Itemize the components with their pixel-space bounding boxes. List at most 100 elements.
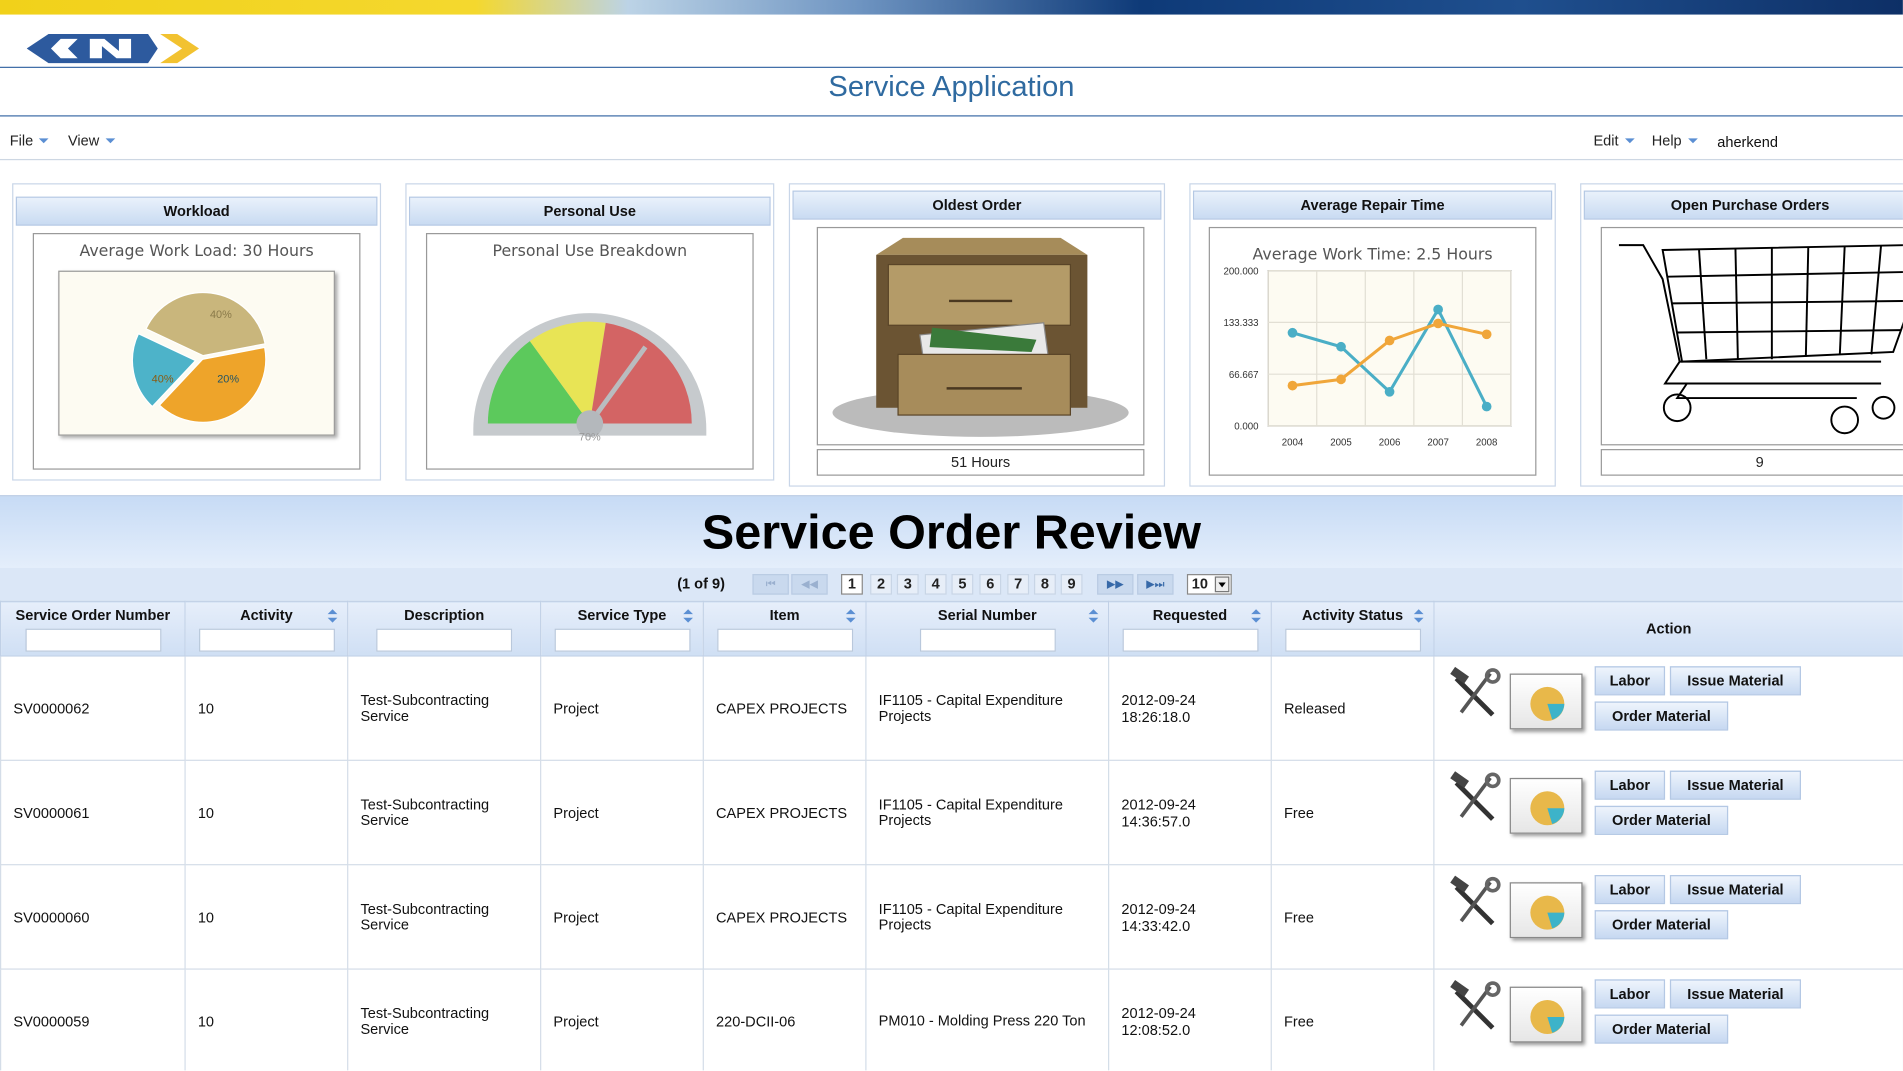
menu-view[interactable]: View xyxy=(68,132,116,149)
column-label: Service Type xyxy=(577,606,667,624)
repair-chart-panel: Average Work Time: 2.5 Hours 0.000 66.667… xyxy=(1208,226,1537,476)
tools-icon[interactable] xyxy=(1449,666,1502,719)
cell-service-order-number: SV0000062 xyxy=(0,655,186,761)
order-material-button[interactable]: Order Material xyxy=(1594,701,1729,731)
sort-icon[interactable] xyxy=(683,609,693,624)
workload-chart-panel: Average Work Load: 30 Hours 40% 40% 20% xyxy=(32,233,361,470)
cell-requested: 2012-09-24 14:33:42.0 xyxy=(1108,864,1272,970)
gauge-chart: 70% xyxy=(473,313,707,444)
x-tick-label: 2004 xyxy=(1282,437,1304,448)
chart-icon[interactable] xyxy=(1509,777,1583,834)
tools-icon[interactable] xyxy=(1449,979,1502,1032)
column-label: Requested xyxy=(1152,606,1228,624)
y-tick-label: 133.333 xyxy=(1223,318,1258,329)
filter-requested[interactable] xyxy=(1121,628,1258,652)
page-button-8[interactable]: 8 xyxy=(1033,574,1056,595)
filter-service-order-number[interactable] xyxy=(24,628,161,652)
labor-button[interactable]: Labor xyxy=(1594,979,1666,1009)
sort-icon[interactable] xyxy=(1088,609,1099,624)
sort-icon[interactable] xyxy=(1413,609,1424,624)
column-activity-status[interactable]: Activity Status xyxy=(1270,600,1435,657)
chart-icon[interactable] xyxy=(1509,882,1583,939)
menu-file-label: File xyxy=(9,132,34,150)
cell-description: Test-Subcontracting Service xyxy=(347,864,542,970)
cell-activity-status: Free xyxy=(1270,968,1435,1071)
cell-service-type: Project xyxy=(540,968,704,1071)
section-title: Service Order Review xyxy=(0,495,1903,568)
issue-material-button[interactable]: Issue Material xyxy=(1669,979,1801,1009)
pie-frame: 40% 40% 20% xyxy=(58,270,335,436)
column-description[interactable]: Description xyxy=(347,600,542,657)
column-service-order-number[interactable]: Service Order Number xyxy=(0,600,186,657)
file-cabinet-panel xyxy=(816,226,1145,446)
column-serial-number[interactable]: Serial Number xyxy=(865,600,1110,657)
order-material-button[interactable]: Order Material xyxy=(1594,805,1729,835)
prev-page-button[interactable]: ◀◀ xyxy=(791,574,828,595)
sort-icon[interactable] xyxy=(845,609,856,624)
column-requested[interactable]: Requested xyxy=(1108,600,1272,657)
menu-edit[interactable]: Edit xyxy=(1593,132,1635,149)
tools-icon[interactable] xyxy=(1449,771,1502,824)
table-row[interactable]: SV0000062 10 Test-Subcontracting Service Pr… xyxy=(0,655,1903,761)
x-tick-label: 2005 xyxy=(1330,437,1352,448)
data-point xyxy=(1384,386,1395,397)
open-po-value: 9 xyxy=(1600,449,1903,476)
widget-oldest-order: Oldest Order 51 Hours xyxy=(788,183,1166,487)
table-row[interactable]: SV0000059 10 Test-Subcontracting Service Pr… xyxy=(0,968,1903,1071)
page-button-5[interactable]: 5 xyxy=(951,574,974,595)
filter-description[interactable] xyxy=(376,628,513,652)
filter-service-type[interactable] xyxy=(554,628,690,652)
issue-material-button[interactable]: Issue Material xyxy=(1669,875,1801,905)
cell-serial-number: IF1105 - Capital Expenditure Projects xyxy=(865,655,1110,761)
sort-icon[interactable] xyxy=(327,609,338,624)
labor-button[interactable]: Labor xyxy=(1594,770,1666,800)
gkn-logo xyxy=(26,33,200,64)
page-info: (1 of 9) xyxy=(677,575,725,593)
chart-icon[interactable] xyxy=(1509,986,1583,1043)
widget-title: Oldest Order xyxy=(792,190,1162,220)
column-item[interactable]: Item xyxy=(702,600,867,657)
column-label: Activity Status xyxy=(1301,606,1404,624)
column-activity[interactable]: Activity xyxy=(184,600,349,657)
page-button-1[interactable]: 1 xyxy=(841,574,863,595)
filter-serial-number[interactable] xyxy=(919,628,1056,652)
labor-button[interactable]: Labor xyxy=(1594,666,1666,696)
cell-action: Labor Issue Material Order Material xyxy=(1433,968,1903,1071)
last-page-button[interactable]: ▶⏭ xyxy=(1137,574,1174,595)
filter-activity[interactable] xyxy=(198,628,335,652)
widget-title: Workload xyxy=(15,196,378,226)
next-page-button[interactable]: ▶▶ xyxy=(1097,574,1134,595)
page-button-3[interactable]: 3 xyxy=(896,574,919,595)
page-button-4[interactable]: 4 xyxy=(924,574,947,595)
page-button-6[interactable]: 6 xyxy=(979,574,1002,595)
order-material-button[interactable]: Order Material xyxy=(1594,1014,1729,1044)
data-point xyxy=(1481,329,1492,340)
labor-button[interactable]: Labor xyxy=(1594,875,1666,905)
chart-icon[interactable] xyxy=(1509,673,1583,730)
issue-material-button[interactable]: Issue Material xyxy=(1669,666,1801,696)
service-order-table: Service Order Number Activity Descriptio… xyxy=(0,600,1903,1071)
issue-material-button[interactable]: Issue Material xyxy=(1669,770,1801,800)
rows-per-page-select[interactable]: 10 xyxy=(1186,574,1232,595)
column-label: Description xyxy=(404,606,485,624)
menu-help[interactable]: Help xyxy=(1652,132,1698,149)
cell-service-order-number: SV0000060 xyxy=(0,864,186,970)
filter-activity-status[interactable] xyxy=(1284,628,1421,652)
page-button-7[interactable]: 7 xyxy=(1007,574,1030,595)
table-row[interactable]: SV0000061 10 Test-Subcontracting Service Pr… xyxy=(0,759,1903,866)
menu-file[interactable]: File xyxy=(10,132,49,149)
page-button-9[interactable]: 9 xyxy=(1060,574,1083,595)
column-service-type[interactable]: Service Type xyxy=(540,600,704,657)
page-button-2[interactable]: 2 xyxy=(870,574,892,595)
file-cabinet-icon xyxy=(832,237,1129,437)
cell-serial-number: PM010 - Molding Press 220 Ton xyxy=(865,968,1110,1071)
filter-item[interactable] xyxy=(716,628,853,652)
table-row[interactable]: SV0000060 10 Test-Subcontracting Service Pr… xyxy=(0,864,1903,970)
line-chart: 0.000 66.667 133.333 200.000 2004 2005 2006 200… xyxy=(1223,266,1512,448)
first-page-button[interactable]: ⏮ xyxy=(752,574,789,595)
widget-open-purchase-orders: Open Purchase Orders 9 xyxy=(1580,183,1903,487)
gauge-band xyxy=(589,322,692,424)
order-material-button[interactable]: Order Material xyxy=(1594,910,1729,940)
sort-icon[interactable] xyxy=(1251,609,1261,624)
tools-icon[interactable] xyxy=(1449,875,1502,928)
